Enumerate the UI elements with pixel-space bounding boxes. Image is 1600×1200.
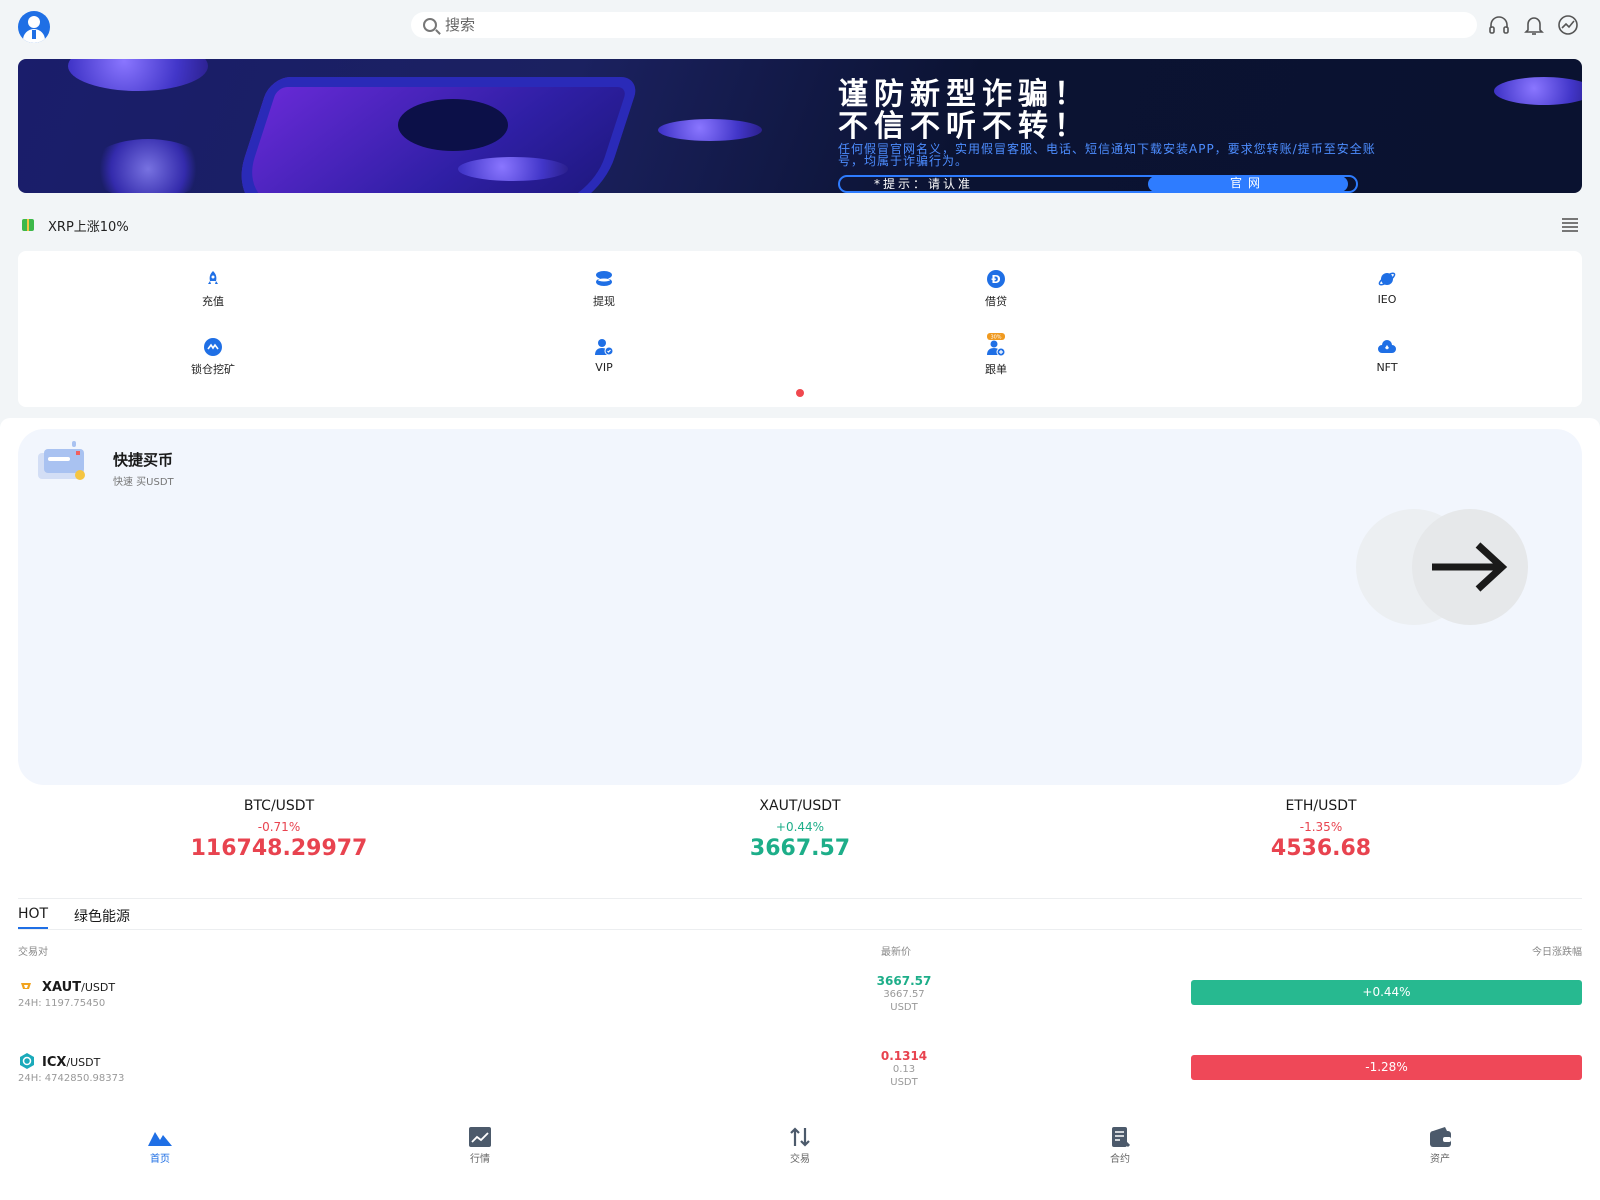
contract-icon bbox=[1112, 1127, 1131, 1148]
menu-item-copy-trade[interactable]: 30% 跟单 bbox=[936, 333, 1056, 377]
notice-bar[interactable]: XRP上涨10% bbox=[18, 210, 1582, 240]
change-pill[interactable]: -1.28% bbox=[1191, 1055, 1582, 1080]
ticker-xaut[interactable]: XAUT/USDT +0.44% 3667.57 bbox=[650, 798, 950, 861]
ticker-price: 116748.29977 bbox=[190, 836, 368, 861]
market-tabs: HOT 绿色能源 bbox=[18, 904, 1582, 930]
menu-item-label: VIP bbox=[595, 361, 613, 374]
menu-item-label: 提现 bbox=[593, 295, 615, 308]
search-input[interactable] bbox=[445, 16, 1345, 34]
search-icon bbox=[423, 18, 437, 32]
coins-icon bbox=[596, 271, 612, 286]
copy-trade-icon: 30% bbox=[987, 333, 1006, 357]
col-header-pair: 交易对 bbox=[18, 947, 48, 958]
copy-trade-badge: 30% bbox=[990, 335, 1001, 341]
banner-official-label: 官网 bbox=[1148, 176, 1348, 192]
notice-text: XRP上涨10% bbox=[48, 219, 129, 235]
xaut-coin-icon bbox=[21, 983, 31, 989]
ticker-eth[interactable]: ETH/USDT -1.35% 4536.68 bbox=[1171, 798, 1471, 861]
pair-symbol: XAUT/USDT bbox=[42, 980, 116, 995]
planet-icon bbox=[1378, 272, 1396, 286]
trade-icon bbox=[790, 1127, 810, 1147]
list-icon[interactable] bbox=[1562, 218, 1578, 232]
nav-market[interactable]: 行情 bbox=[440, 1126, 520, 1165]
nav-assets[interactable]: 资产 bbox=[1400, 1126, 1480, 1165]
tab-hot[interactable]: HOT bbox=[18, 906, 49, 929]
ticker-change: +0.44% bbox=[775, 820, 825, 834]
table-row[interactable]: XAUT/USDT 24H: 1197.75450 3667.57 3667.5… bbox=[18, 974, 1582, 1036]
feature-menu: 充值 提现 Đ 借贷 IEO 锁仓挖矿 VIP 30% 跟单 NFT bbox=[18, 251, 1582, 407]
col-header-price: 最新价 bbox=[881, 947, 911, 958]
avatar[interactable] bbox=[18, 11, 50, 43]
pair-volume: 24H: 1197.75450 bbox=[18, 998, 106, 1009]
arrow-right-button[interactable] bbox=[1412, 509, 1528, 625]
nft-cloud-icon bbox=[1378, 340, 1396, 353]
menu-item-ieo[interactable]: IEO bbox=[1327, 269, 1447, 306]
icx-coin-icon bbox=[20, 1053, 34, 1069]
banner-description: 任何假冒官网名义，实用假冒客服、电话、短信通知下载安装APP，要求您转账/提币至… bbox=[838, 142, 1376, 168]
loan-icon: Đ bbox=[987, 270, 1005, 288]
banner-tip: *提示：请认准 官网 bbox=[838, 175, 1358, 193]
nav-home[interactable]: 首页 bbox=[120, 1126, 200, 1165]
rocket-icon bbox=[208, 271, 218, 284]
arrow-right-icon bbox=[1432, 542, 1508, 592]
menu-item-label: 充值 bbox=[202, 295, 224, 308]
top-bar bbox=[0, 0, 1600, 50]
wallet-icon bbox=[1430, 1127, 1451, 1147]
nav-trade[interactable]: 交易 bbox=[760, 1126, 840, 1165]
banner-title-line2: 不信不听不转！ bbox=[838, 109, 1090, 144]
ticker-pair: ETH/USDT bbox=[1285, 798, 1357, 814]
menu-item-label: IEO bbox=[1377, 293, 1397, 306]
menu-item-mining[interactable]: 锁仓挖矿 bbox=[153, 337, 273, 377]
nav-contract[interactable]: 合约 bbox=[1080, 1126, 1160, 1165]
pair-price: 0.1314 0.13 USDT bbox=[880, 1049, 928, 1088]
ticker-change: -0.71% bbox=[257, 820, 301, 834]
mining-icon bbox=[204, 338, 222, 356]
ticker-price: 3667.57 bbox=[749, 836, 851, 861]
menu-item-nft[interactable]: NFT bbox=[1327, 337, 1447, 374]
banner-tip-text: *提示：请认准 bbox=[874, 177, 974, 191]
pair-price: 3667.57 3667.57 USDT bbox=[876, 974, 932, 1013]
menu-item-deposit[interactable]: 充值 bbox=[153, 269, 273, 309]
bell-icon[interactable] bbox=[1522, 13, 1546, 37]
market-icon bbox=[469, 1127, 491, 1147]
menu-item-label: 锁仓挖矿 bbox=[191, 363, 235, 376]
gift-icon bbox=[22, 219, 34, 231]
bottom-nav: 首页 行情 交易 合约 资产 bbox=[0, 1114, 1600, 1174]
menu-item-withdraw[interactable]: 提现 bbox=[544, 269, 664, 309]
ticker-pair: BTC/USDT bbox=[243, 798, 315, 814]
ticker-price: 4536.68 bbox=[1270, 836, 1372, 861]
ticker-change: -1.35% bbox=[1299, 820, 1343, 834]
pair-symbol: ICX/USDT bbox=[42, 1055, 101, 1070]
chart-icon[interactable] bbox=[1556, 13, 1580, 37]
col-header-change: 今日涨跌幅 bbox=[1532, 947, 1582, 958]
pair-volume: 24H: 4742850.98373 bbox=[18, 1073, 125, 1084]
change-pill[interactable]: +0.44% bbox=[1191, 980, 1582, 1005]
quick-buy-subtitle: 快速 买USDT bbox=[113, 477, 174, 488]
menu-item-loan[interactable]: Đ 借贷 bbox=[936, 269, 1056, 309]
menu-item-vip[interactable]: VIP bbox=[544, 337, 664, 374]
menu-item-label: 借贷 bbox=[985, 295, 1007, 308]
quick-buy-card[interactable]: 快捷买币 快速 买USDT bbox=[18, 429, 1582, 785]
vip-user-icon bbox=[595, 339, 614, 356]
page-indicator-dot[interactable] bbox=[796, 389, 804, 397]
search-bar[interactable] bbox=[411, 12, 1477, 38]
table-row[interactable]: ICX/USDT 24H: 4742850.98373 0.1314 0.13 … bbox=[18, 1049, 1582, 1111]
divider bbox=[18, 898, 1582, 899]
tab-green-energy[interactable]: 绿色能源 bbox=[74, 906, 130, 931]
promo-banner[interactable]: 谨防新型诈骗！ 不信不听不转！ 任何假冒官网名义，实用假冒客服、电话、短信通知下… bbox=[18, 59, 1582, 193]
ticker-btc[interactable]: BTC/USDT -0.71% 116748.29977 bbox=[129, 798, 429, 861]
payment-card-icon bbox=[38, 441, 85, 480]
headset-icon[interactable] bbox=[1487, 13, 1511, 37]
quick-buy-title: 快捷买币 bbox=[113, 451, 174, 469]
menu-item-label: 跟单 bbox=[985, 363, 1007, 376]
svg-text:Đ: Đ bbox=[991, 273, 1000, 286]
home-icon bbox=[148, 1132, 172, 1146]
ticker-pair: XAUT/USDT bbox=[759, 798, 841, 814]
menu-item-label: NFT bbox=[1376, 361, 1398, 374]
